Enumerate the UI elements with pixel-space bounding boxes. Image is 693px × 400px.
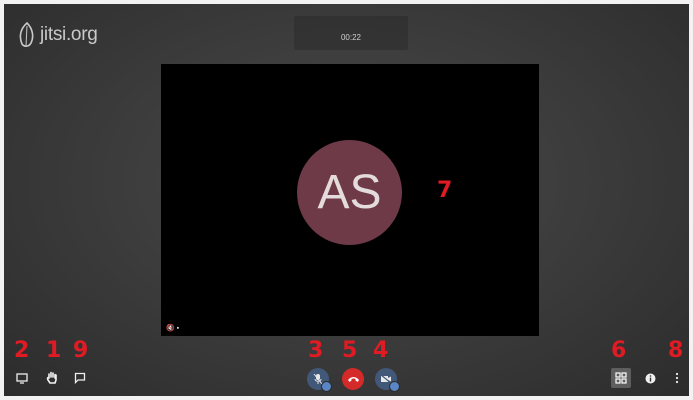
tile-view-icon xyxy=(615,372,627,384)
annotation-1: 1 xyxy=(46,338,62,363)
microphone-options-badge[interactable] xyxy=(321,381,332,392)
tile-view-button[interactable] xyxy=(611,368,631,388)
screen-share-button[interactable] xyxy=(14,370,30,386)
camera-button[interactable] xyxy=(375,368,400,392)
hangup-icon xyxy=(347,377,359,382)
raise-hand-button[interactable] xyxy=(44,369,60,386)
chat-icon xyxy=(74,372,86,384)
conference-window: jitsi.org 00:22 AS 🔇 ▪ 7 2 1 9 3 5 4 6 8 xyxy=(4,4,689,396)
annotation-6: 6 xyxy=(611,338,627,363)
annotation-2: 2 xyxy=(14,338,30,363)
annotation-9: 9 xyxy=(73,338,89,363)
more-options-button[interactable] xyxy=(671,370,683,386)
annotation-7: 7 xyxy=(437,178,453,203)
hangup-button[interactable] xyxy=(342,368,364,390)
timer-bar: 00:22 xyxy=(294,16,408,50)
info-icon xyxy=(645,373,655,383)
camera-options-badge[interactable] xyxy=(389,381,400,392)
annotation-3: 3 xyxy=(308,338,324,363)
annotation-5: 5 xyxy=(342,338,358,363)
annotation-8: 8 xyxy=(668,338,684,363)
stage-status-indicator: 🔇 ▪ xyxy=(166,325,180,332)
participant-avatar: AS xyxy=(297,140,402,245)
info-button[interactable] xyxy=(642,370,658,386)
large-video[interactable]: AS 🔇 ▪ xyxy=(161,64,539,336)
jitsi-leaf-icon xyxy=(19,22,34,47)
raise-hand-icon xyxy=(46,371,57,384)
annotation-4: 4 xyxy=(373,338,389,363)
chat-button[interactable] xyxy=(72,370,88,386)
jitsi-logo[interactable]: jitsi.org xyxy=(18,22,98,48)
call-duration: 00:22 xyxy=(340,33,362,42)
microphone-button[interactable] xyxy=(307,368,332,392)
logo-text: jitsi.org xyxy=(40,24,98,45)
screen-share-icon xyxy=(16,372,28,384)
more-options-icon xyxy=(675,372,679,384)
